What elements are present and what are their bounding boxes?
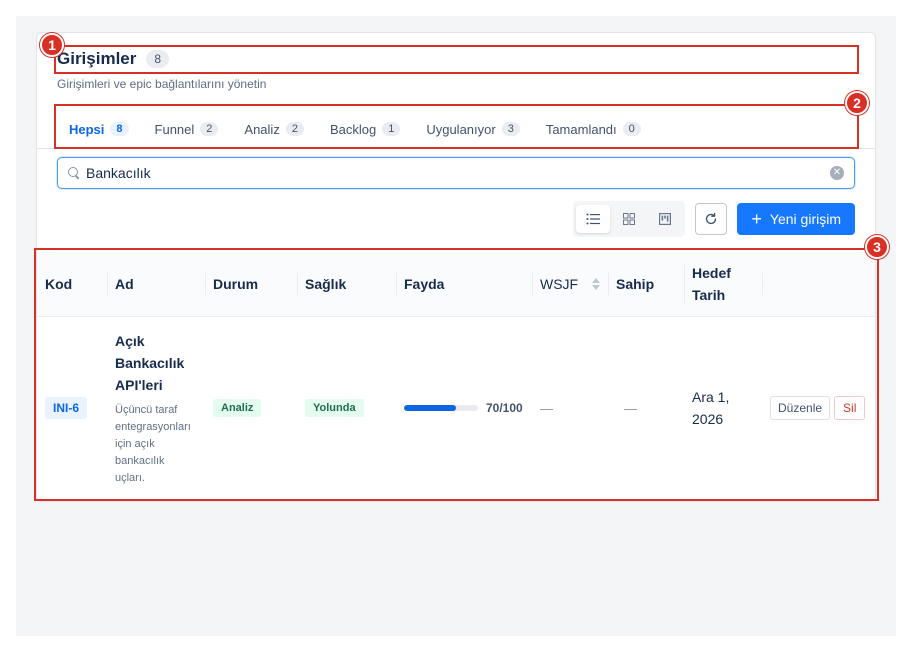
cell-kod: INI-6 <box>37 397 107 419</box>
annotation-badge-2: 2 <box>845 91 869 115</box>
view-switcher <box>573 201 686 237</box>
new-initiative-button[interactable]: + Yeni girişim <box>737 203 855 235</box>
tab-count-badge: 8 <box>110 122 129 136</box>
tab-label: Uygulanıyor <box>426 121 496 137</box>
table-row[interactable]: INI-6 Açık Bankacılık API'leri Üçüncü ta… <box>37 317 875 499</box>
column-header-saglik[interactable]: Sağlık <box>297 269 396 299</box>
search-input[interactable] <box>86 165 824 181</box>
column-header-hedef-line2: Tarih <box>692 286 726 303</box>
health-badge: Yolunda <box>305 399 364 417</box>
tab-backlog[interactable]: Backlog 1 <box>317 111 413 147</box>
table-header: Kod Ad Durum Sağlık Fayda WSJF Sahip Hed… <box>37 251 875 317</box>
board-view-icon <box>659 213 672 225</box>
refresh-icon <box>706 212 717 225</box>
page-title: Girişimler <box>57 49 137 68</box>
column-header-wsjf-label: WSJF <box>540 275 579 292</box>
column-header-hedef-line1: Hedef <box>692 264 731 281</box>
initiatives-table: Kod Ad Durum Sağlık Fayda WSJF Sahip Hed… <box>37 251 875 499</box>
tab-count-badge: 2 <box>200 122 219 136</box>
grid-view-button[interactable] <box>612 205 646 233</box>
cell-sahip: — <box>608 401 684 416</box>
new-initiative-label: Yeni girişim <box>769 211 841 227</box>
sort-icon[interactable] <box>592 277 601 290</box>
benefit-progress-label: 70/100 <box>486 401 523 415</box>
cell-saglik: Yolunda <box>297 399 396 417</box>
benefit-progress-fill <box>404 405 456 411</box>
column-header-durum[interactable]: Durum <box>205 269 297 299</box>
tab-hepsi[interactable]: Hepsi 8 <box>57 111 142 149</box>
benefit-progress: 70/100 <box>404 401 524 415</box>
refresh-button[interactable] <box>695 203 728 235</box>
title-row: Girişimler 8 <box>57 49 170 69</box>
initiative-description: Üçüncü taraf entegrasyonları için açık b… <box>115 403 191 484</box>
tab-label: Funnel <box>154 121 195 137</box>
grid-view-icon <box>623 213 636 225</box>
column-header-kod[interactable]: Kod <box>37 269 107 299</box>
tab-label: Analiz <box>244 121 280 137</box>
benefit-progress-track <box>404 405 478 411</box>
column-header-fayda[interactable]: Fayda <box>396 269 532 299</box>
tab-label: Backlog <box>329 121 377 137</box>
list-view-icon <box>586 213 601 225</box>
tab-label: Hepsi <box>69 121 105 137</box>
cell-durum: Analiz <box>205 399 297 417</box>
page-subtitle: Girişimleri ve epic bağlantılarını yönet… <box>57 77 267 91</box>
wsjf-value: — <box>540 400 553 416</box>
tab-count-badge: 0 <box>622 122 641 136</box>
cell-wsjf: — <box>532 401 608 416</box>
column-header-actions <box>762 269 875 299</box>
target-date: Ara 1, 2026 <box>692 389 730 427</box>
tab-funnel[interactable]: Funnel 2 <box>142 111 232 147</box>
tab-analiz[interactable]: Analiz 2 <box>231 111 317 147</box>
column-header-sahip[interactable]: Sahip <box>608 269 684 299</box>
owner-value: — <box>624 400 637 416</box>
initiatives-panel: Girişimler 8 Girişimleri ve epic bağlant… <box>36 32 876 502</box>
cell-hedef-tarih: Ara 1, 2026 <box>684 386 762 430</box>
tab-tamamlandi[interactable]: Tamamlandı 0 <box>533 111 654 147</box>
cell-fayda: 70/100 <box>396 401 532 415</box>
delete-button[interactable]: Sil <box>834 396 866 420</box>
status-badge: Analiz <box>213 399 262 417</box>
total-count-badge: 8 <box>146 50 170 68</box>
row-actions: Düzenle Sil <box>770 396 867 420</box>
board-view-button[interactable] <box>648 205 682 233</box>
close-circle-icon[interactable]: ✕ <box>830 166 844 180</box>
initiative-name[interactable]: Açık Bankacılık API'leri <box>115 330 197 396</box>
toolbar: + Yeni girişim <box>573 201 855 237</box>
tab-count-badge: 2 <box>285 122 304 136</box>
status-tabs: Hepsi 8 Funnel 2 Analiz 2 Backlog 1 Uygu… <box>57 111 654 149</box>
annotation-badge-1: 1 <box>40 33 64 57</box>
search-box[interactable]: ✕ <box>57 157 855 189</box>
column-header-wsjf[interactable]: WSJF <box>532 269 608 299</box>
tab-uygulaniyor[interactable]: Uygulanıyor 3 <box>413 111 533 147</box>
tabs-divider <box>37 148 875 149</box>
tab-count-badge: 3 <box>501 122 520 136</box>
search-icon <box>68 167 80 179</box>
tab-label: Tamamlandı <box>545 121 617 137</box>
plus-icon: + <box>751 209 762 229</box>
initiative-key-tag[interactable]: INI-6 <box>45 397 88 419</box>
annotation-badge-3: 3 <box>865 235 889 259</box>
list-view-button[interactable] <box>576 205 611 233</box>
column-header-ad[interactable]: Ad <box>107 269 205 299</box>
cell-ad: Açık Bankacılık API'leri Üçüncü taraf en… <box>107 330 205 487</box>
cell-actions: Düzenle Sil <box>762 396 875 420</box>
column-header-hedef-tarih[interactable]: Hedef Tarih <box>684 261 762 307</box>
edit-button[interactable]: Düzenle <box>770 396 831 420</box>
tab-count-badge: 1 <box>382 122 401 136</box>
